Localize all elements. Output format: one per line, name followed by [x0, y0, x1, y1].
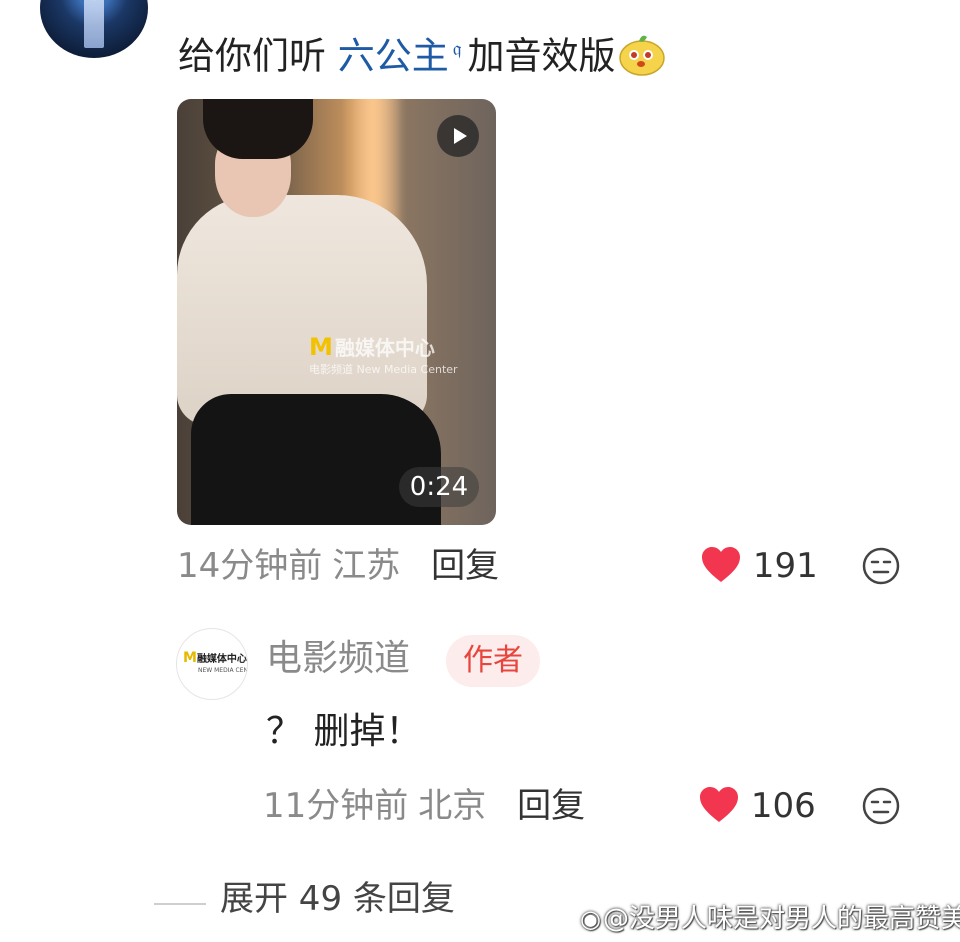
dislike-button[interactable]	[861, 546, 901, 590]
avatar-logo-sub: NEW MEDIA CENTER	[198, 667, 248, 674]
sub-comment-text: ？ 删掉！	[266, 711, 422, 752]
divider-line	[154, 902, 206, 905]
watermark-sub: New Media Center	[356, 363, 458, 376]
weibo-watermark: ◉@没男人味是对男人的最高赞美	[580, 902, 960, 936]
watermark-text: @没男人味是对男人的最高赞美	[602, 904, 960, 934]
comment-text-prefix: 给你们听	[178, 34, 326, 78]
person-pants	[191, 394, 441, 525]
media-logo-icon: M	[183, 650, 197, 666]
sub-dislike-button[interactable]	[861, 786, 901, 830]
neutral-face-icon	[862, 547, 900, 585]
sub-reply-button[interactable]: 回复	[517, 786, 585, 826]
avatar-logo-text: 融媒体中心	[196, 654, 247, 665]
author-badge: 作者	[446, 635, 540, 687]
reply-button[interactable]: 回复	[431, 546, 499, 586]
sub-comment-location: 北京	[418, 786, 487, 826]
video-duration: 0:24	[399, 467, 479, 507]
play-icon[interactable]	[437, 115, 479, 157]
media-logo-icon: M	[309, 333, 333, 361]
author-name[interactable]: 电影频道	[266, 636, 410, 682]
heart-icon	[702, 546, 740, 582]
comment-location: 江苏	[332, 546, 401, 586]
comment-body: 给你们听 六公主 𝔮 加音效版	[178, 22, 667, 82]
author-avatar[interactable]: M融媒体中心 NEW MEDIA CENTER	[176, 628, 248, 700]
like-count: 191	[752, 546, 818, 586]
expand-replies-label: 展开 49 条回复	[220, 879, 455, 919]
comment-thread: 给你们听 六公主 𝔮 加音效版 M 融媒体中心 电影频道 New Media Cent…	[0, 0, 960, 942]
person-shirt	[177, 195, 427, 425]
expand-replies-button[interactable]: 展开 49 条回复	[154, 876, 455, 922]
sub-like-button[interactable]: 106	[698, 786, 816, 827]
yellow-creature-emoji-icon	[617, 31, 667, 77]
watermark-small: 电影频道	[309, 363, 353, 376]
search-icon: 𝔮	[452, 36, 462, 60]
weibo-logo-icon: ◉	[580, 905, 601, 933]
like-button[interactable]: 191	[700, 546, 818, 587]
sub-like-count: 106	[750, 786, 816, 826]
watermark-title: 融媒体中心	[334, 336, 435, 360]
neutral-face-icon	[862, 787, 900, 825]
comment-text-suffix: 加音效版	[467, 34, 616, 78]
avatar-logo: M融媒体中心 NEW MEDIA CENTER	[183, 650, 248, 676]
sub-comment-time: 11分钟前	[263, 786, 409, 826]
comment-meta: 14分钟前 江苏 回复	[177, 546, 499, 586]
video-thumbnail[interactable]: M 融媒体中心 电影频道 New Media Center 0:24	[177, 99, 496, 525]
sub-comment-meta: 11分钟前 北京 回复	[263, 786, 585, 826]
comment-time: 14分钟前	[177, 546, 323, 586]
avatar-figure	[84, 0, 104, 48]
video-watermark: M 融媒体中心 电影频道 New Media Center	[309, 335, 458, 380]
commenter-avatar[interactable]	[40, 0, 148, 58]
heart-icon	[700, 786, 738, 822]
mention-link[interactable]: 六公主	[338, 34, 449, 77]
person-hair	[203, 99, 313, 159]
